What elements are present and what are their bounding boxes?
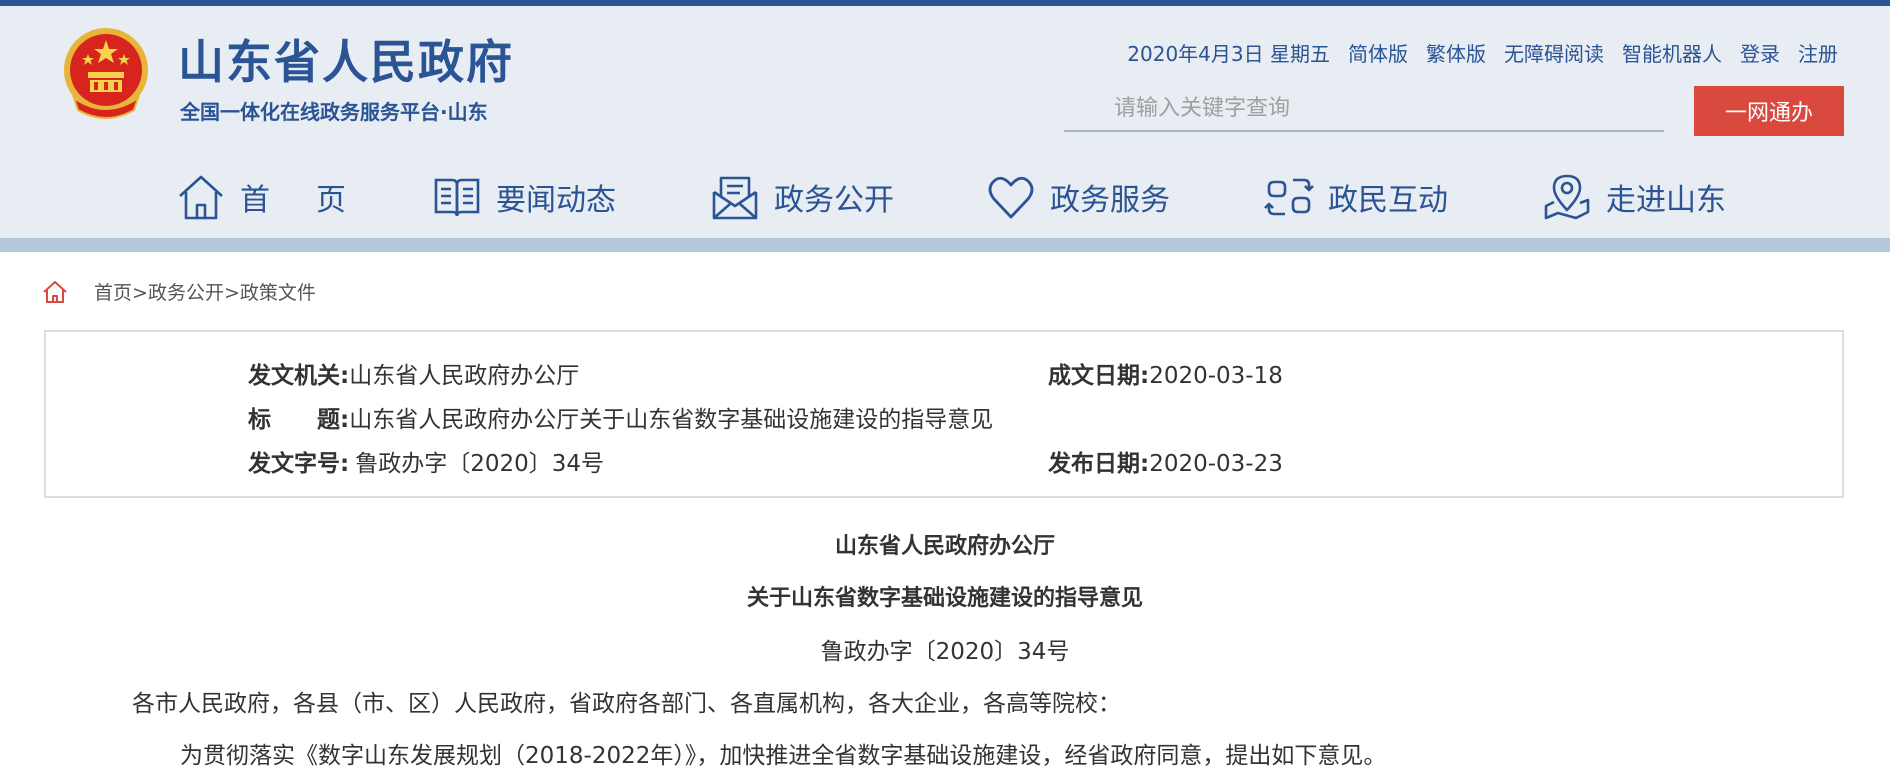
info-written-date-value: 2020-03-18 [1149,363,1283,389]
home-icon[interactable] [42,280,68,304]
document-paragraph: 为贯彻落实《数字山东发展规划（2018-2022年）》，加快推进全省数字基础设施… [180,743,1387,769]
nav-item-services[interactable]: 政务服务 [986,166,1170,228]
current-date: 2020年4月3日 星期五 [1127,42,1330,66]
document-info-box: 发文机关:山东省人民政府办公厅 成文日期:2020-03-18 标 题:山东省人… [44,330,1844,498]
nav-item-affairs[interactable]: 政务公开 [710,166,894,228]
info-issuer-label: 发文机关: [248,363,350,389]
heart-icon [988,176,1034,219]
info-issuer: 发文机关:山东省人民政府办公厅 [248,356,579,390]
nav-item-interaction[interactable]: 政民互动 [1264,166,1448,228]
map-pin-icon [1544,174,1590,220]
home-icon [179,175,223,220]
info-written-date: 成文日期:2020-03-18 [1048,356,1283,390]
breadcrumb-separator: > [132,282,148,304]
breadcrumb-affairs[interactable]: 政务公开 [148,282,224,304]
link-login[interactable]: 登录 [1740,38,1780,67]
interaction-icon [1264,178,1314,216]
info-publish-date-value: 2020-03-23 [1149,451,1283,477]
nav-label-news: 要闻动态 [496,183,616,218]
info-doc-number: 发文字号: 鲁政办字〔2020〕34号 [248,444,604,478]
mail-icon [712,176,758,220]
info-title: 标 题:山东省人民政府办公厅关于山东省数字基础设施建设的指导意见 [248,400,993,434]
top-links: 2020年4月3日 星期五 简体版 繁体版 无障碍阅读 智能机器人 登录 注册 [1127,38,1838,67]
nav-label-shandong: 走进山东 [1606,183,1726,218]
site-title[interactable]: 山东省人民政府 [178,26,514,92]
breadcrumb-separator: > [223,282,240,304]
document-number: 鲁政办字〔2020〕34号 [820,639,1070,665]
link-traditional[interactable]: 繁体版 [1426,38,1486,67]
nav-item-home[interactable]: 首 页 [176,166,354,228]
nav-item-news[interactable]: 要闻动态 [432,166,616,228]
info-publish-date: 发布日期:2020-03-23 [1048,444,1283,478]
nav-label-home: 首 页 [240,183,354,218]
search-button[interactable]: 一网通办 [1694,86,1844,136]
link-accessibility[interactable]: 无障碍阅读 [1504,38,1604,67]
book-icon [434,178,480,217]
info-doc-number-value: 鲁政办字〔2020〕34号 [355,451,605,477]
document-issuer: 山东省人民政府办公厅 [834,534,1055,559]
breadcrumb: 首页>政务公开>政策文件 [42,278,316,305]
header-divider [0,238,1890,252]
link-register[interactable]: 注册 [1798,38,1838,67]
nav-label-affairs: 政务公开 [774,183,894,218]
info-written-date-label: 成文日期: [1048,363,1150,389]
info-title-label: 标 题: [248,407,350,433]
document-salutation: 各市人民政府，各县（市、区）人民政府，省政府各部门、各直属机构，各大企业，各高等… [132,691,1121,717]
nav-label-interaction: 政民互动 [1328,183,1448,218]
info-title-value: 山东省人民政府办公厅关于山东省数字基础设施建设的指导意见 [349,407,994,433]
national-emblem-icon[interactable] [60,24,152,128]
nav-label-services: 政务服务 [1050,183,1170,218]
main-nav: 首 页 要闻动态 政务公开 政务服务 政民互动 走进山东 [0,166,1890,228]
link-simplified[interactable]: 简体版 [1348,38,1408,67]
info-doc-number-label: 发文字号: [248,451,350,477]
info-publish-date-label: 发布日期: [1048,451,1150,477]
breadcrumb-home[interactable]: 首页 [94,282,132,304]
nav-item-shandong[interactable]: 走进山东 [1542,166,1726,228]
breadcrumb-policy[interactable]: 政策文件 [240,282,316,304]
link-robot[interactable]: 智能机器人 [1622,38,1722,67]
info-issuer-value: 山东省人民政府办公厅 [349,363,580,389]
document-title: 关于山东省数字基础设施建设的指导意见 [746,586,1143,611]
site-subtitle: 全国一体化在线政务服务平台·山东 [180,100,488,124]
search-input[interactable] [1064,86,1664,132]
